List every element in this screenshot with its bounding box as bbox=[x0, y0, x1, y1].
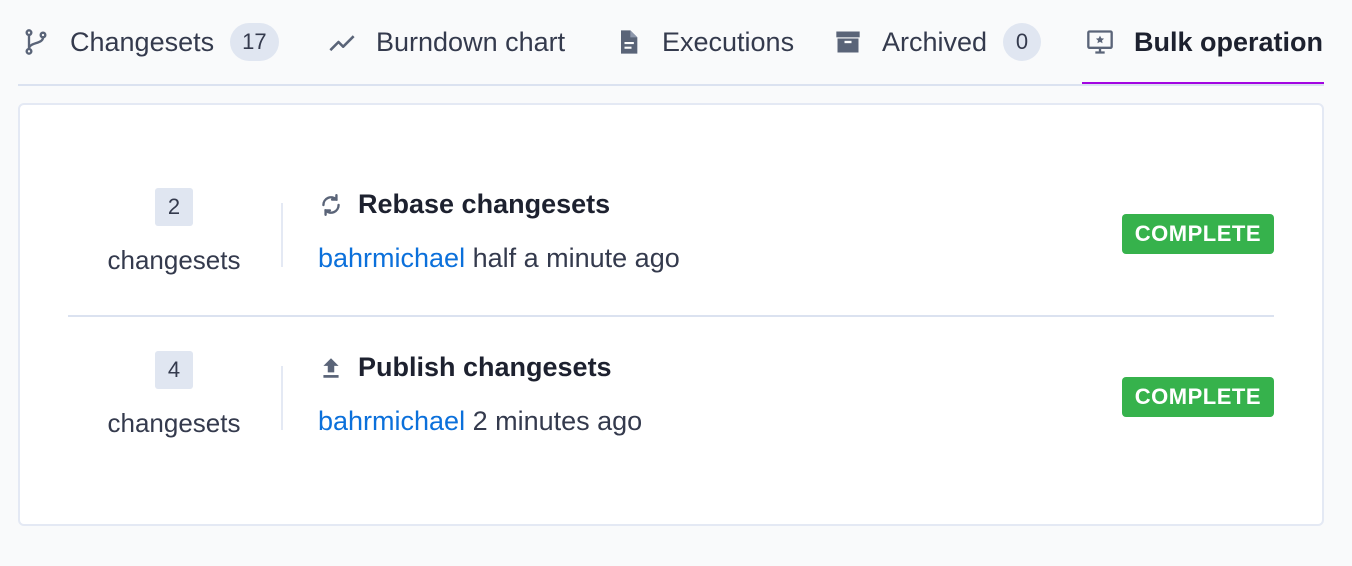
operation-time: half a minute ago bbox=[472, 243, 680, 273]
archive-icon bbox=[834, 28, 862, 56]
tab-changesets-label: Changesets bbox=[70, 26, 215, 57]
operation-title: Rebase changesets bbox=[318, 189, 610, 220]
status-badge: COMPLETE bbox=[1121, 214, 1274, 254]
changeset-count-value: 2 bbox=[155, 188, 193, 226]
operation-title-text: Publish changesets bbox=[358, 352, 612, 382]
tab-bulk-operations[interactable]: Bulk operations bbox=[1081, 0, 1324, 84]
changesets-count-badge: 17 bbox=[230, 23, 279, 61]
tab-bar: Changesets 17 Burndown chart Executions bbox=[18, 0, 1324, 86]
changeset-count: 2 changesets bbox=[68, 155, 280, 315]
status-badge: COMPLETE bbox=[1121, 377, 1274, 417]
row-divider bbox=[281, 203, 283, 267]
bulk-operation-row: 4 changesets Publish changesets bahrmich… bbox=[68, 318, 1274, 478]
tab-burndown-chart[interactable]: Burndown chart bbox=[328, 0, 565, 84]
monitor-star-icon bbox=[1086, 28, 1114, 56]
changeset-count-value: 4 bbox=[155, 351, 193, 389]
tab-executions-label: Executions bbox=[662, 26, 795, 57]
operation-meta: bahrmichael half a minute ago bbox=[318, 243, 680, 274]
user-link[interactable]: bahrmichael bbox=[318, 406, 465, 436]
changeset-count-label: changesets bbox=[107, 408, 241, 438]
operation-title: Publish changesets bbox=[318, 352, 612, 383]
bulk-operation-row: 2 changesets Rebase changesets bahrmicha… bbox=[68, 155, 1274, 317]
tab-burndown-chart-label: Burndown chart bbox=[376, 26, 566, 57]
upload-icon bbox=[318, 355, 344, 381]
user-link[interactable]: bahrmichael bbox=[318, 243, 465, 273]
branch-icon bbox=[22, 28, 50, 56]
operation-title-text: Rebase changesets bbox=[358, 189, 611, 219]
row-divider bbox=[281, 366, 283, 430]
operation-meta: bahrmichael 2 minutes ago bbox=[318, 406, 642, 437]
changeset-count-label: changesets bbox=[107, 245, 241, 275]
operation-time: 2 minutes ago bbox=[472, 406, 643, 436]
tab-archived[interactable]: Archived 0 bbox=[834, 0, 1042, 84]
tab-executions[interactable]: Executions bbox=[614, 0, 794, 84]
file-document-icon bbox=[614, 28, 642, 56]
chart-line-icon bbox=[328, 28, 356, 56]
bulk-operations-panel: 2 changesets Rebase changesets bahrmicha… bbox=[18, 103, 1324, 526]
tab-changesets[interactable]: Changesets 17 bbox=[22, 0, 279, 84]
sync-icon bbox=[318, 192, 344, 218]
tab-archived-label: Archived bbox=[882, 26, 988, 57]
tab-bulk-operations-label: Bulk operations bbox=[1134, 26, 1324, 57]
changeset-count: 4 changesets bbox=[68, 318, 280, 478]
archived-count-badge: 0 bbox=[1003, 23, 1042, 61]
